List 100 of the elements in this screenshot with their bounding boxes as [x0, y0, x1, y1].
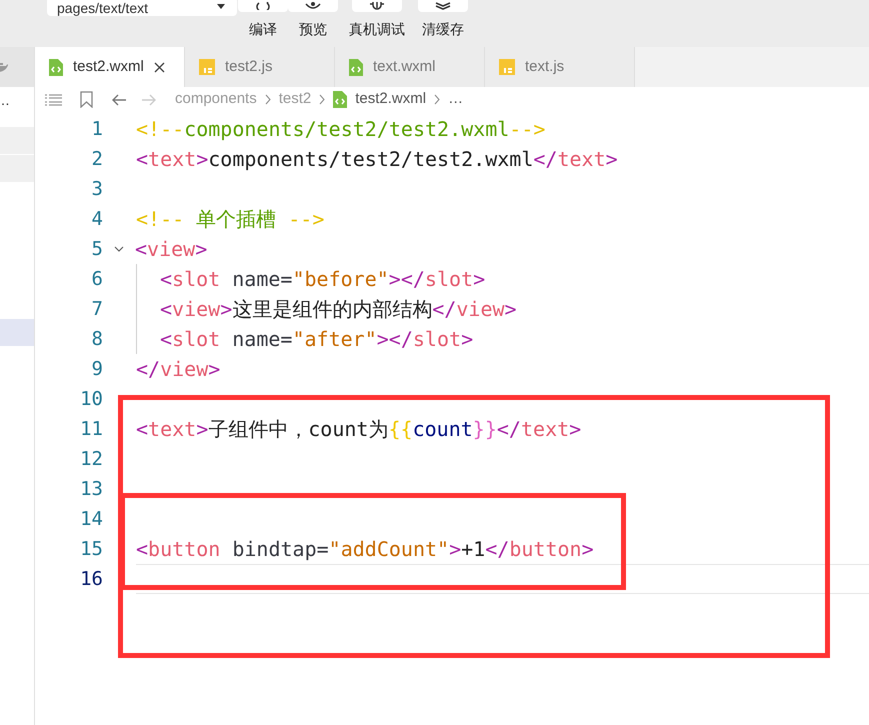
code-token: >: [473, 269, 486, 289]
code-file-icon: [349, 58, 363, 76]
code-file-icon: [333, 91, 348, 108]
breadcrumb-item[interactable]: test2.wxml: [355, 88, 426, 111]
code-token: button: [148, 539, 220, 559]
line-number: 8: [90, 326, 103, 352]
line-number: 2: [90, 146, 103, 172]
code-token: slot: [424, 269, 474, 289]
line-number: 15: [79, 536, 103, 562]
breadcrumb-item[interactable]: test2: [278, 88, 312, 111]
line-number: 12: [79, 446, 103, 472]
code-token: -->: [288, 209, 324, 229]
code-token: bindtap=: [231, 539, 329, 559]
code-token: </: [432, 299, 456, 319]
toolbar-label: 真机调试: [349, 20, 405, 39]
code-token: <!--: [136, 119, 184, 139]
code-token: >: [195, 239, 208, 259]
line-number: 7: [90, 296, 103, 322]
code-token: view: [160, 359, 208, 379]
code-token: +1: [461, 539, 486, 559]
code-token: button: [509, 539, 582, 559]
code-token: "before": [292, 269, 389, 289]
fold-chevron-icon[interactable]: [113, 245, 125, 253]
code-token: >: [461, 329, 474, 349]
line-number: 16: [79, 566, 103, 592]
code-token: >: [569, 419, 582, 439]
code-token: >: [196, 419, 208, 439]
code-token: text: [557, 149, 606, 169]
code-token: slot: [172, 269, 220, 289]
file-tab[interactable]: text.wxml: [335, 47, 485, 87]
code-token: slot: [172, 329, 220, 349]
line-number: 1: [90, 116, 103, 142]
code-token: text: [148, 149, 196, 169]
code-token: }}: [472, 419, 497, 439]
line-number: 4: [90, 206, 103, 232]
layers-icon: [435, 2, 451, 10]
code-token: -->: [509, 119, 546, 139]
code-token: 单个插槽: [195, 209, 278, 229]
line-number: 14: [79, 506, 103, 532]
code-token: name=: [231, 329, 292, 349]
code-token: <: [160, 269, 172, 289]
chevron-icon: [434, 94, 440, 105]
toolbar-label: 预览: [299, 20, 327, 39]
code-token: slot: [412, 329, 462, 349]
code-token: </: [533, 149, 558, 169]
code-token: text: [148, 419, 196, 439]
code-token: >: [208, 359, 220, 379]
bug-icon: [369, 2, 385, 10]
code-token: >: [196, 149, 208, 169]
code-token: text: [520, 419, 570, 439]
code-token: "addCount": [328, 539, 450, 559]
code-token: name=: [231, 269, 292, 289]
code-token: >: [606, 149, 618, 169]
ellipsis-text: …: [0, 93, 11, 107]
page-select[interactable]: pages/text/text: [47, 0, 237, 16]
code-token: components/test2/test2.wxml: [184, 119, 510, 139]
code-token: 子组件中，count为: [208, 419, 388, 439]
js-file-icon: [199, 59, 215, 75]
line-number: 11: [79, 416, 103, 442]
code-token: <: [136, 149, 148, 169]
code-token: </: [136, 359, 160, 379]
code-token: <: [136, 419, 148, 439]
line-number: 13: [79, 476, 103, 502]
code-token: {{: [388, 419, 413, 439]
line-number: 6: [90, 266, 103, 292]
bookmark-icon[interactable]: [80, 91, 93, 108]
close-icon[interactable]: [154, 62, 165, 72]
line-number: 10: [79, 386, 103, 412]
code-token: ></: [388, 269, 425, 289]
code-token: >: [504, 299, 517, 319]
js-file-icon: [499, 59, 515, 75]
code-token: <: [136, 539, 148, 559]
code-token: </: [496, 419, 521, 439]
chevron-icon: [264, 94, 271, 105]
code-token: view: [172, 299, 220, 319]
file-tab[interactable]: test2.wxml: [35, 47, 185, 87]
line-number: 3: [90, 176, 103, 202]
back-arrow-icon[interactable]: [111, 94, 127, 106]
code-token: components/test2/test2.wxml: [208, 149, 534, 169]
chevron-icon: [319, 94, 326, 105]
list-icon[interactable]: [45, 94, 62, 106]
file-tab[interactable]: test2.js: [185, 47, 335, 87]
toolbar-label: 清缓存: [422, 20, 464, 39]
code-token: </: [485, 539, 510, 559]
caret-icon: [217, 4, 225, 9]
code-token: >: [582, 539, 594, 559]
code-token: 这里是组件的内部结构: [232, 299, 432, 319]
breadcrumb-item[interactable]: …: [448, 88, 464, 111]
code-file-icon: [49, 58, 63, 76]
code-token: <: [135, 239, 148, 259]
code-token: view: [147, 239, 196, 259]
code-token: >: [220, 299, 232, 319]
code-token: count: [412, 419, 473, 439]
breadcrumb-item[interactable]: components: [175, 88, 257, 111]
code-token: view: [456, 299, 505, 319]
code-token: "after": [292, 329, 377, 349]
code-token: <!--: [136, 209, 184, 229]
code-token: <: [160, 299, 172, 319]
file-tab[interactable]: text.js: [485, 47, 635, 87]
line-number: 5: [90, 236, 103, 262]
